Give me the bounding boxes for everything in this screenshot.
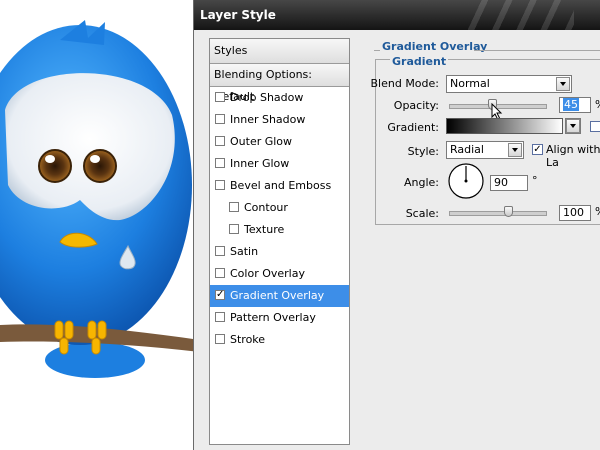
blend-mode-select[interactable]: Normal xyxy=(446,75,572,93)
angle-input[interactable]: 90 xyxy=(490,175,528,191)
style-item-label: Inner Shadow xyxy=(230,113,306,126)
style-item-label: Pattern Overlay xyxy=(230,311,316,324)
dialog-title: Layer Style xyxy=(200,8,276,22)
chevron-down-icon xyxy=(566,119,580,133)
scale-unit: % xyxy=(595,205,600,218)
scale-input[interactable]: 100 xyxy=(559,205,591,221)
right-eye-highlight xyxy=(90,155,100,163)
style-checkbox[interactable]: ✓ xyxy=(215,290,225,300)
gradient-group-title: Gradient xyxy=(390,55,449,68)
gradient-picker-dropdown[interactable] xyxy=(565,118,581,134)
style-item-label: Contour xyxy=(244,201,288,214)
styles-list-panel: Styles Blending Options: Default Drop Sh… xyxy=(209,38,350,445)
style-item-outer-glow[interactable]: Outer Glow xyxy=(210,131,349,153)
angle-dial[interactable] xyxy=(447,162,485,200)
align-with-layer-checkbox[interactable]: ✓ xyxy=(532,144,543,155)
style-item-label: Drop Shadow xyxy=(230,91,304,104)
style-item-label: Outer Glow xyxy=(230,135,293,148)
style-label: Style: xyxy=(407,145,439,158)
style-item-pattern-overlay[interactable]: Pattern Overlay xyxy=(210,307,349,329)
style-checkbox[interactable] xyxy=(215,92,225,102)
style-select[interactable]: Radial xyxy=(446,141,524,159)
gradient-label: Gradient: xyxy=(387,121,439,134)
style-item-label: Gradient Overlay xyxy=(230,289,325,302)
bird-face xyxy=(5,73,175,221)
chevron-down-icon xyxy=(556,77,570,91)
left-eye-highlight xyxy=(45,155,55,163)
style-item-label: Color Overlay xyxy=(230,267,305,280)
opacity-unit: % xyxy=(595,98,600,111)
style-item-label: Satin xyxy=(230,245,259,258)
scale-value: 100 xyxy=(563,206,584,219)
style-item-drop-shadow[interactable]: Drop Shadow xyxy=(210,87,349,109)
section-rule-left xyxy=(374,50,380,51)
style-item-inner-glow[interactable]: Inner Glow xyxy=(210,153,349,175)
style-item-texture[interactable]: Texture xyxy=(210,219,349,241)
style-item-satin[interactable]: Satin xyxy=(210,241,349,263)
style-items-list: Drop Shadow Inner Shadow Outer Glow Inner G… xyxy=(210,87,349,351)
style-checkbox[interactable] xyxy=(215,114,225,124)
bird-left-eye xyxy=(38,149,72,183)
section-title: Gradient Overlay xyxy=(382,40,488,53)
bird-illustration xyxy=(0,20,200,378)
style-item-label: Texture xyxy=(244,223,285,236)
style-checkbox[interactable] xyxy=(215,312,225,322)
opacity-label: Opacity: xyxy=(393,99,439,112)
style-checkbox[interactable] xyxy=(215,180,225,190)
gradient-swatch[interactable] xyxy=(446,118,563,134)
align-with-layer-label: Align with La xyxy=(546,143,600,169)
chevron-down-icon xyxy=(508,143,522,157)
bird-right-eye xyxy=(83,149,117,183)
style-checkbox[interactable] xyxy=(215,136,225,146)
dialog-titlebar[interactable]: Layer Style xyxy=(194,0,600,30)
scale-label: Scale: xyxy=(405,207,439,220)
blend-mode-value: Normal xyxy=(450,77,490,90)
style-value: Radial xyxy=(450,143,484,156)
angle-unit: ° xyxy=(532,174,538,187)
reverse-checkbox[interactable] xyxy=(590,121,600,132)
style-checkbox[interactable] xyxy=(229,224,239,234)
style-item-gradient-overlay[interactable]: ✓ Gradient Overlay xyxy=(210,285,349,307)
style-item-inner-shadow[interactable]: Inner Shadow xyxy=(210,109,349,131)
styles-header[interactable]: Styles xyxy=(210,39,349,64)
style-item-contour[interactable]: Contour xyxy=(210,197,349,219)
style-checkbox[interactable] xyxy=(215,158,225,168)
blend-mode-label: Blend Mode: xyxy=(370,77,440,90)
titlebar-decoration xyxy=(464,0,574,30)
style-checkbox[interactable] xyxy=(215,268,225,278)
style-item-color-overlay[interactable]: Color Overlay xyxy=(210,263,349,285)
scale-slider-track[interactable] xyxy=(449,211,547,216)
angle-label: Angle: xyxy=(403,176,439,189)
style-item-bevel-and-emboss[interactable]: Bevel and Emboss xyxy=(210,175,349,197)
style-item-label: Stroke xyxy=(230,333,266,346)
style-checkbox[interactable] xyxy=(215,246,225,256)
style-checkbox[interactable] xyxy=(229,202,239,212)
blending-options-item[interactable]: Blending Options: Default xyxy=(210,64,349,103)
section-rule-right xyxy=(474,50,600,51)
opacity-value: 45 xyxy=(563,98,579,111)
scale-slider-thumb[interactable] xyxy=(503,206,513,217)
style-checkbox[interactable] xyxy=(215,334,225,344)
style-item-stroke[interactable]: Stroke xyxy=(210,329,349,351)
opacity-input[interactable]: 45 xyxy=(559,97,591,113)
style-item-label: Inner Glow xyxy=(230,157,290,170)
style-item-label: Bevel and Emboss xyxy=(230,179,332,192)
layer-style-dialog: Layer Style Styles Blending Options: Def… xyxy=(193,0,600,450)
angle-value: 90 xyxy=(494,176,508,189)
